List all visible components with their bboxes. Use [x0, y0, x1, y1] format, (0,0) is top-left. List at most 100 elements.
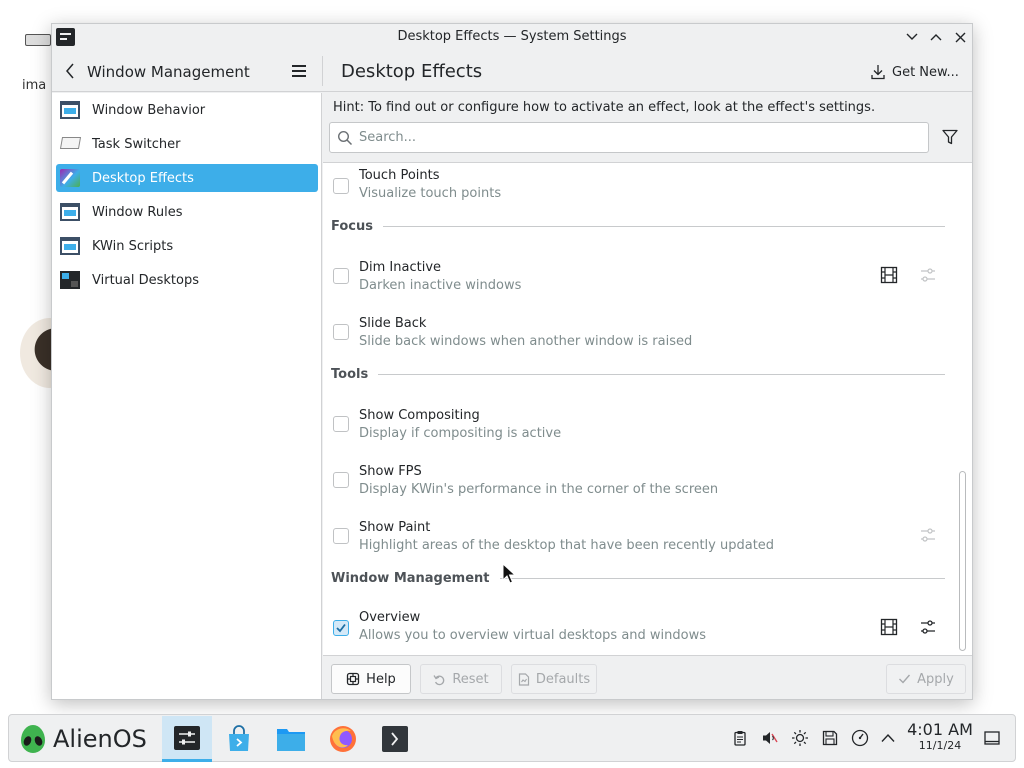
task-firefox[interactable] [318, 716, 368, 762]
task-file-manager[interactable] [266, 716, 316, 762]
title-bar[interactable]: Desktop Effects — System Settings [52, 24, 972, 50]
effect-checkbox[interactable] [333, 268, 349, 284]
scrollbar[interactable] [959, 163, 967, 655]
sidebar-item-label: Virtual Desktops [92, 272, 199, 288]
apply-button[interactable]: Apply [886, 664, 966, 694]
desktop-effects-icon [60, 169, 80, 187]
configure-button[interactable] [919, 526, 939, 546]
help-button[interactable]: Help [331, 664, 411, 694]
effect-description: Display KWin's performance in the corner… [359, 482, 719, 497]
terminal-icon [382, 726, 408, 752]
get-new-button[interactable]: Get New... [870, 60, 959, 84]
effect-checkbox[interactable] [333, 178, 349, 194]
digital-clock[interactable]: 4:01 AM 11/1/24 [905, 721, 975, 753]
hamburger-menu-button[interactable] [290, 64, 308, 78]
section-header-focus: Focus [331, 217, 945, 235]
sidebar-item-window-rules[interactable]: Window Rules [56, 198, 318, 226]
volume-muted-icon[interactable] [761, 729, 779, 747]
disk-save-icon[interactable] [821, 729, 839, 747]
effect-touch-points[interactable]: Touch Points Visualize touch points [323, 163, 953, 211]
back-button[interactable] [62, 62, 78, 80]
effect-show-paint[interactable]: Show Paint Highlight areas of the deskto… [323, 513, 953, 561]
reset-button[interactable]: Reset [420, 664, 502, 694]
effect-name: Dim Inactive [359, 260, 442, 275]
effect-show-fps[interactable]: Show FPS Display KWin's performance in t… [323, 457, 953, 505]
show-desktop-button[interactable] [983, 729, 1001, 747]
minimize-button[interactable] [902, 27, 922, 47]
effect-show-compositing[interactable]: Show Compositing Display if compositing … [323, 401, 953, 449]
help-label: Help [366, 671, 396, 687]
section-divider [499, 577, 945, 579]
brightness-icon[interactable] [791, 729, 809, 747]
effect-slide-back[interactable]: Slide Back Slide back windows when anoth… [323, 309, 953, 357]
section-header-window-management: Window Management [331, 569, 945, 587]
effect-checkbox[interactable] [333, 416, 349, 432]
window-title: Desktop Effects — System Settings [397, 29, 627, 44]
search-field[interactable] [329, 122, 929, 153]
sidebar-item-task-switcher[interactable]: Task Switcher [56, 130, 318, 158]
task-terminal[interactable] [370, 716, 420, 762]
filter-button[interactable] [941, 128, 961, 148]
clock-time: 4:01 AM [907, 720, 973, 739]
effect-overview[interactable]: Overview Allows you to overview virtual … [323, 605, 953, 653]
chevron-down-icon [906, 33, 918, 40]
effect-dim-inactive[interactable]: Dim Inactive Darken inactive windows [323, 253, 953, 301]
clipboard-icon[interactable] [731, 729, 749, 747]
video-preview-button[interactable] [880, 266, 900, 286]
section-label: Focus [331, 218, 373, 234]
defaults-button[interactable]: Defaults [511, 664, 597, 694]
effect-description: Highlight areas of the desktop that have… [359, 538, 775, 553]
undo-icon [433, 674, 445, 685]
sidebar-title: Window Management [87, 63, 250, 81]
reset-label: Reset [452, 671, 489, 687]
close-icon [955, 32, 965, 42]
sidebar-item-label: Window Rules [92, 204, 183, 220]
sidebar: Window Behavior Task Switcher Desktop Ef… [52, 93, 322, 699]
film-icon [880, 618, 898, 636]
task-system-settings[interactable] [162, 716, 212, 762]
desktop-icon[interactable] [25, 34, 51, 46]
filter-icon [942, 129, 958, 145]
sliders-icon [921, 268, 935, 282]
system-settings-icon [174, 725, 200, 750]
effect-checkbox[interactable] [333, 528, 349, 544]
search-input[interactable] [359, 130, 919, 145]
video-preview-button[interactable] [880, 618, 900, 638]
task-discover[interactable] [214, 716, 264, 762]
download-icon [871, 65, 885, 80]
sliders-icon [921, 528, 935, 542]
sidebar-item-virtual-desktops[interactable]: Virtual Desktops [56, 266, 318, 294]
window-icon [60, 203, 80, 221]
effect-description: Allows you to overview virtual desktops … [359, 628, 707, 643]
effect-checkbox[interactable] [333, 472, 349, 488]
effects-list[interactable]: Touch Points Visualize touch points Focu… [323, 162, 972, 655]
sidebar-item-desktop-effects[interactable]: Desktop Effects [56, 164, 318, 192]
tray-expander-button[interactable] [879, 729, 897, 747]
application-launcher[interactable]: AlienOS [21, 723, 147, 755]
speedometer-icon[interactable] [851, 729, 869, 747]
alien-logo-icon [21, 725, 45, 753]
effect-checkbox[interactable] [333, 324, 349, 340]
maximize-button[interactable] [926, 27, 946, 47]
virtual-desktops-icon [60, 271, 80, 289]
header-bar: Window Management Desktop Effects Get Ne… [52, 50, 972, 92]
defaults-label: Defaults [535, 671, 591, 687]
section-header-tools: Tools [331, 365, 945, 383]
configure-button[interactable] [919, 266, 939, 286]
close-button[interactable] [950, 27, 970, 47]
effect-description: Slide back windows when another window i… [359, 334, 693, 349]
window-icon [60, 101, 80, 119]
sidebar-item-window-behavior[interactable]: Window Behavior [56, 96, 318, 124]
desktop-icon-label: ima [22, 78, 47, 93]
chevron-left-icon [66, 63, 74, 79]
hint-text: Hint: To find out or configure how to ac… [333, 100, 876, 115]
sidebar-item-kwin-scripts[interactable]: KWin Scripts [56, 232, 318, 260]
taskbar: AlienOS 4:01 AM 11/1/24 [8, 714, 1016, 762]
sliders-icon [921, 620, 935, 634]
shopping-bag-icon [229, 725, 249, 751]
configure-button[interactable] [919, 618, 939, 638]
effect-checkbox-checked[interactable] [333, 620, 349, 636]
desktop-effects-page: Hint: To find out or configure how to ac… [323, 93, 972, 655]
chevron-up-icon [930, 34, 942, 41]
scrollbar-thumb[interactable] [959, 471, 966, 651]
